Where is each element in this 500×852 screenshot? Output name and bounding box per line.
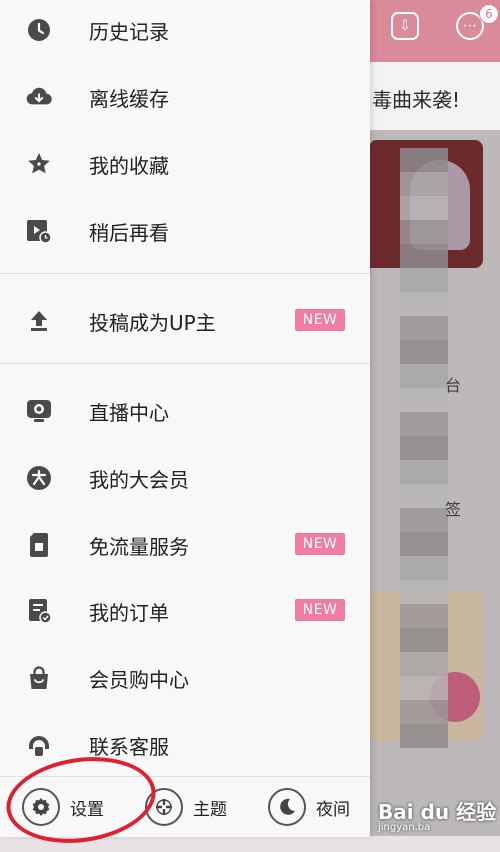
menu-item-offline-cache[interactable]: 离线缓存: [0, 71, 370, 121]
new-badge: NEW: [295, 599, 345, 621]
theme-button[interactable]: 主题: [145, 787, 227, 827]
menu-item-history[interactable]: 历史记录: [0, 4, 370, 54]
side-drawer: 历史记录 离线缓存 我的收藏 稍后再看 投稿成为UP主 NEW 直播中心 我的大…: [0, 0, 370, 837]
watermark: Bai du 经验 jingyan.ba: [378, 796, 497, 833]
new-badge: NEW: [295, 309, 345, 331]
star-icon: [26, 151, 52, 177]
watch-later-icon: [26, 218, 52, 244]
theme-label: 主题: [193, 799, 227, 820]
divider: [0, 273, 370, 274]
menu-item-label: 我的订单: [89, 601, 169, 625]
watermark-text: Bai du 经验: [378, 800, 497, 824]
background-text: 签: [445, 500, 462, 519]
sim-card-icon: [26, 532, 52, 558]
background-text: 台: [445, 376, 462, 395]
download-icon[interactable]: ⇩: [391, 12, 419, 40]
menu-item-vip[interactable]: 我的大会员: [0, 452, 370, 502]
menu-item-label: 投稿成为UP主: [89, 311, 216, 335]
menu-item-label: 联系客服: [89, 735, 169, 759]
order-icon: [26, 598, 52, 624]
moon-icon: [268, 788, 306, 826]
divider: [0, 363, 370, 364]
menu-item-label: 会员购中心: [89, 668, 189, 692]
vip-icon: [26, 465, 52, 491]
menu-item-vip-shop[interactable]: 会员购中心: [0, 652, 370, 702]
upload-icon: [26, 308, 52, 334]
mosaic-blur: [400, 148, 448, 748]
live-tv-icon: [26, 398, 52, 424]
menu-item-free-data[interactable]: 免流量服务 NEW: [0, 519, 370, 569]
headset-icon: [26, 732, 52, 758]
menu-item-favorites[interactable]: 我的收藏: [0, 138, 370, 188]
shopping-bag-icon: [26, 665, 52, 691]
new-badge: NEW: [295, 533, 345, 555]
menu-item-label: 历史记录: [89, 20, 169, 44]
menu-item-become-uploader[interactable]: 投稿成为UP主 NEW: [0, 295, 370, 345]
cloud-download-icon: [26, 84, 52, 110]
clock-icon: [26, 17, 52, 43]
menu-item-watch-later[interactable]: 稍后再看: [0, 205, 370, 255]
menu-item-label: 免流量服务: [89, 535, 189, 559]
menu-item-label: 我的收藏: [89, 154, 169, 178]
menu-item-my-orders[interactable]: 我的订单 NEW: [0, 585, 370, 635]
menu-item-label: 离线缓存: [89, 87, 169, 111]
menu-item-label: 我的大会员: [89, 468, 189, 492]
watermark-url: jingyan.ba: [378, 822, 431, 833]
message-badge: 6: [479, 4, 499, 24]
menu-item-label: 直播中心: [89, 401, 169, 425]
background-ticker: 毒曲来袭!: [372, 88, 461, 112]
menu-item-live-center[interactable]: 直播中心: [0, 385, 370, 435]
night-mode-label: 夜间: [316, 799, 350, 820]
night-mode-button[interactable]: 夜间: [268, 787, 350, 827]
menu-item-label: 稍后再看: [89, 221, 169, 245]
